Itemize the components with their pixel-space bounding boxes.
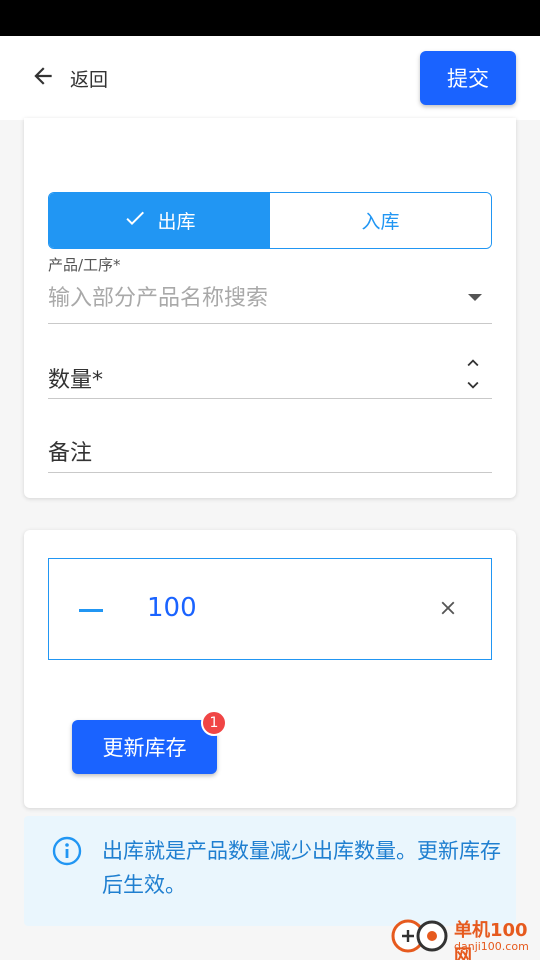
decrement-button[interactable] [79, 593, 105, 627]
product-field[interactable]: 产品/工序* 输入部分产品名称搜索 [48, 250, 492, 324]
product-search-input[interactable]: 输入部分产品名称搜索 [48, 280, 268, 312]
back-button[interactable]: 返回 [30, 58, 108, 98]
app-bar: 返回 提交 [0, 36, 540, 120]
product-label: 产品/工序* [48, 256, 121, 274]
toggle-option-in[interactable]: 入库 [270, 193, 491, 248]
watermark: 单机100网 danji100.com [388, 912, 538, 960]
quantity-field[interactable]: 数量* [48, 324, 492, 399]
chevron-up-icon[interactable] [462, 352, 484, 374]
clear-button[interactable] [437, 597, 459, 619]
quantity-adjuster: 100 [48, 558, 492, 660]
minus-icon [79, 608, 103, 612]
dropdown-arrow-icon[interactable] [468, 294, 482, 301]
back-label: 返回 [70, 68, 109, 91]
note-input[interactable]: 备注 [48, 435, 92, 467]
submit-button[interactable]: 提交 [420, 51, 516, 105]
watermark-url: danji100.com [454, 940, 529, 953]
quantity-value[interactable]: 100 [147, 593, 197, 623]
toggle-option-in-label: 入库 [361, 211, 400, 233]
check-icon [123, 206, 157, 235]
info-text: 出库就是产品数量减少出库数量。更新库存后生效。 [102, 839, 501, 897]
watermark-title: 单机100网 [454, 920, 528, 960]
notification-badge: 1 [201, 710, 227, 736]
toggle-option-out[interactable]: 出库 [49, 193, 270, 248]
chevron-down-icon[interactable] [462, 374, 484, 396]
note-field[interactable]: 备注 [48, 399, 492, 473]
quantity-input[interactable]: 数量* [48, 362, 103, 394]
info-icon [52, 836, 82, 866]
stock-direction-toggle: 出库 入库 [48, 192, 492, 249]
toggle-option-out-label: 出库 [157, 211, 196, 233]
watermark-logo-icon [388, 914, 450, 958]
stock-card: 100 更新库存 1 [24, 530, 516, 808]
info-banner: 出库就是产品数量减少出库数量。更新库存后生效。 [24, 816, 516, 926]
arrow-left-icon [30, 63, 56, 93]
quantity-stepper[interactable] [462, 352, 484, 396]
close-icon [437, 597, 459, 619]
update-stock-button[interactable]: 更新库存 [72, 720, 217, 774]
form-card: 出库 入库 产品/工序* 输入部分产品名称搜索 数量* 备注 [24, 118, 516, 498]
status-bar [0, 0, 540, 36]
